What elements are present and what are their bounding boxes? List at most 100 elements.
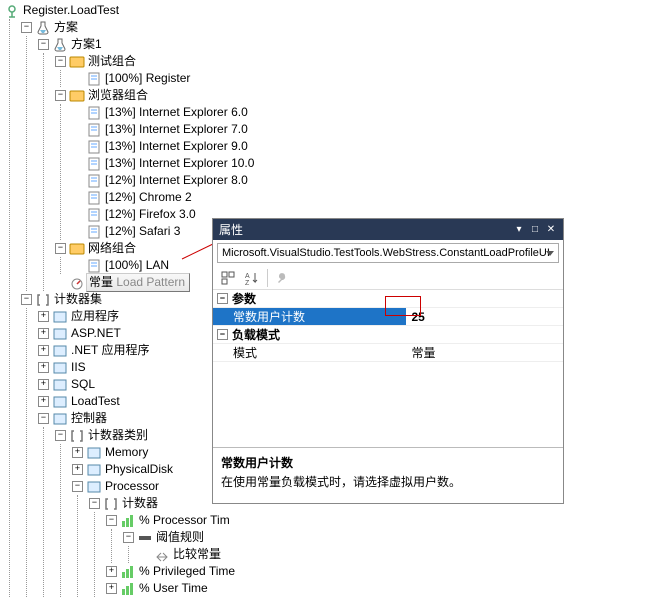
- tree-label: 方案: [54, 19, 78, 36]
- dropdown-icon[interactable]: ▾: [511, 223, 527, 237]
- expand-toggle[interactable]: +: [106, 583, 117, 594]
- tree-label: [12%] Chrome 2: [105, 189, 192, 206]
- collapse-toggle[interactable]: −: [72, 481, 83, 492]
- block-icon: [52, 411, 68, 427]
- tree-item-threshold[interactable]: − 阈值规则: [123, 529, 661, 546]
- expand-toggle[interactable]: +: [106, 566, 117, 577]
- tree-label: [12%] Internet Explorer 8.0: [105, 172, 248, 189]
- tree-label: 测试组合: [88, 53, 136, 70]
- category-row[interactable]: − 负载模式: [213, 326, 563, 344]
- brackets-icon: [103, 496, 119, 512]
- collapse-toggle[interactable]: −: [106, 515, 117, 526]
- tree-item[interactable]: [12%] Chrome 2: [72, 189, 661, 206]
- expand-toggle[interactable]: +: [72, 464, 83, 475]
- collapse-toggle[interactable]: −: [21, 294, 32, 305]
- tree-label: [13%] Internet Explorer 6.0: [105, 104, 248, 121]
- tree-label: [12%] Safari 3: [105, 223, 180, 240]
- block-icon: [52, 394, 68, 410]
- sort-button[interactable]: AZ: [241, 268, 263, 288]
- tree-item[interactable]: +% Privileged Time: [106, 563, 661, 580]
- property-row-mode[interactable]: 模式 常量: [213, 344, 563, 362]
- property-name: 模式: [213, 344, 406, 361]
- collapse-toggle[interactable]: −: [55, 243, 66, 254]
- object-selector-dropdown[interactable]: Microsoft.VisualStudio.TestTools.WebStre…: [217, 243, 559, 263]
- tree-item[interactable]: [13%] Internet Explorer 6.0: [72, 104, 661, 121]
- tree-item[interactable]: [12%] Internet Explorer 8.0: [72, 172, 661, 189]
- tree-item[interactable]: [13%] Internet Explorer 9.0: [72, 138, 661, 155]
- close-icon[interactable]: ✕: [543, 223, 559, 237]
- tree-label: .NET 应用程序: [71, 342, 149, 359]
- panel-toolbar: AZ: [213, 266, 563, 290]
- tree-label: 计数器: [122, 495, 158, 512]
- page-icon: [86, 190, 102, 206]
- tree-item-proc-time[interactable]: − % Processor Tim: [106, 512, 661, 529]
- tree-label: [100%] Register: [105, 70, 190, 87]
- tree-label: 浏览器组合: [88, 87, 148, 104]
- tree-label: Memory: [105, 444, 148, 461]
- property-value[interactable]: 常量: [406, 344, 564, 361]
- panel-titlebar[interactable]: 属性 ▾ □ ✕: [213, 219, 563, 240]
- brackets-icon: [69, 428, 85, 444]
- expand-toggle[interactable]: +: [38, 362, 49, 373]
- panel-title: 属性: [219, 221, 511, 238]
- collapse-toggle[interactable]: −: [38, 413, 49, 424]
- expand-toggle[interactable]: +: [38, 311, 49, 322]
- tree-label: % Processor Tim: [139, 512, 230, 529]
- tree-item[interactable]: [100%] Register: [72, 70, 661, 87]
- page-icon: [86, 105, 102, 121]
- collapse-toggle[interactable]: −: [55, 90, 66, 101]
- category-row[interactable]: − 参数: [213, 290, 563, 308]
- property-grid[interactable]: − 参数 常数用户计数 25 − 负载模式 模式 常量: [213, 290, 563, 447]
- tree-item[interactable]: [13%] Internet Explorer 7.0: [72, 121, 661, 138]
- maximize-icon[interactable]: □: [527, 223, 543, 237]
- property-value[interactable]: 25: [406, 310, 564, 324]
- tree-label: LoadTest: [71, 393, 120, 410]
- brackets-icon: [35, 292, 51, 308]
- perf-icon: [120, 513, 136, 529]
- folder-icon: [69, 54, 85, 70]
- collapse-toggle[interactable]: −: [89, 498, 100, 509]
- collapse-toggle[interactable]: −: [21, 22, 32, 33]
- tree-item-plan[interactable]: − 方案: [21, 19, 661, 36]
- expand-toggle[interactable]: +: [38, 345, 49, 356]
- page-icon: [86, 71, 102, 87]
- tree-item-testmix[interactable]: − 测试组合: [55, 53, 661, 70]
- block-icon: [52, 360, 68, 376]
- collapse-toggle[interactable]: −: [217, 293, 228, 304]
- expand-toggle[interactable]: +: [72, 447, 83, 458]
- tree-item[interactable]: + % User Time: [106, 580, 661, 597]
- tree-label: IIS: [71, 359, 86, 376]
- svg-text:A: A: [245, 273, 250, 280]
- property-row-usercount[interactable]: 常数用户计数 25: [213, 308, 563, 326]
- help-pane: 常数用户计数 在使用常量负载模式时，请选择虚拟用户数。: [213, 447, 563, 503]
- tree-label: % User Time: [139, 580, 208, 597]
- tree-item-loadtest[interactable]: Register.LoadTest: [4, 2, 661, 19]
- tree-label: ASP.NET: [71, 325, 121, 342]
- tree-label: [12%] Firefox 3.0: [105, 206, 196, 223]
- tree-label: 计数器类别: [88, 427, 148, 444]
- tree-item[interactable]: [13%] Internet Explorer 10.0: [72, 155, 661, 172]
- tree-label: 比较常量: [173, 546, 221, 563]
- expand-toggle[interactable]: +: [38, 328, 49, 339]
- categorize-button[interactable]: [217, 268, 239, 288]
- loadtest-icon: [4, 3, 20, 19]
- properties-panel: 属性 ▾ □ ✕ Microsoft.VisualStudio.TestTool…: [212, 218, 564, 504]
- tree-item-plan1[interactable]: − 方案1: [38, 36, 661, 53]
- perf-icon: [120, 581, 136, 597]
- collapse-toggle[interactable]: −: [123, 532, 134, 543]
- tree-label: 方案1: [71, 36, 102, 53]
- tree-item-browsermix[interactable]: − 浏览器组合: [55, 87, 661, 104]
- expand-toggle[interactable]: +: [38, 379, 49, 390]
- wrench-icon[interactable]: [272, 268, 294, 288]
- block-icon: [86, 462, 102, 478]
- tree-item[interactable]: 比较常量: [140, 546, 661, 563]
- perf-icon: [120, 564, 136, 580]
- block-icon: [52, 343, 68, 359]
- collapse-toggle[interactable]: −: [55, 56, 66, 67]
- help-title: 常数用户计数: [221, 454, 555, 471]
- collapse-toggle[interactable]: −: [217, 329, 228, 340]
- collapse-toggle[interactable]: −: [55, 430, 66, 441]
- collapse-toggle[interactable]: −: [38, 39, 49, 50]
- dropdown-text: Microsoft.VisualStudio.TestTools.WebStre…: [222, 247, 550, 259]
- expand-toggle[interactable]: +: [38, 396, 49, 407]
